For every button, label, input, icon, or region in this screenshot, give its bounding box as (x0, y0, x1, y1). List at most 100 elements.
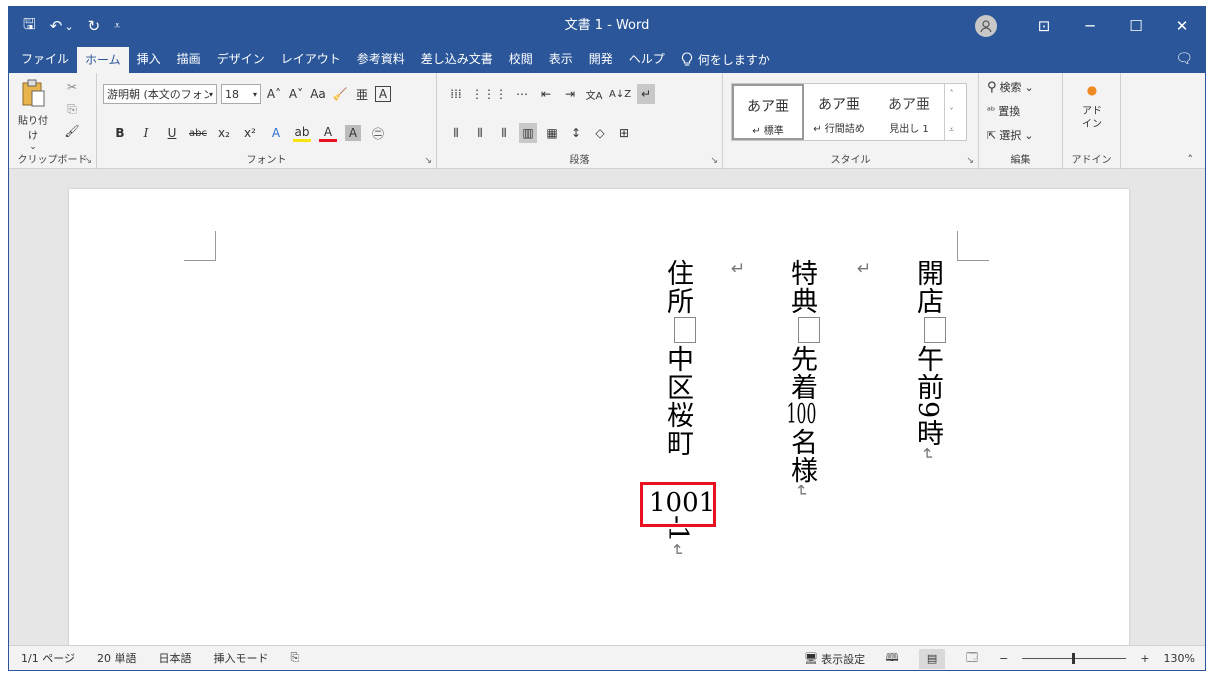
justify-icon[interactable]: ▥ (519, 123, 537, 143)
font-name-combo[interactable]: 游明朝 (本文のフォン ▾ (103, 84, 217, 104)
collapse-ribbon-icon[interactable]: ˄ (1188, 153, 1194, 166)
borders-icon[interactable]: ⊞ (615, 123, 633, 143)
phonetic-guide-icon[interactable]: 亜 (353, 84, 371, 104)
tab-references[interactable]: 参考資料 (349, 45, 413, 73)
select-button[interactable]: ⇱ 選択 ⌄ (987, 127, 1033, 143)
word-count[interactable]: 20 単語 (97, 650, 137, 666)
change-case-icon[interactable]: Aa (309, 84, 327, 104)
tab-help[interactable]: ヘルプ (621, 45, 673, 73)
character-border-icon[interactable]: A (375, 86, 391, 102)
styles-scroll-up-icon[interactable]: ˄ (950, 89, 954, 98)
save-icon[interactable]: 🖫 (23, 14, 36, 39)
language[interactable]: 日本語 (158, 650, 191, 666)
zoom-level[interactable]: 130% (1164, 652, 1195, 665)
tab-mailings[interactable]: 差し込み文書 (413, 45, 501, 73)
styles-scroll-down-icon[interactable]: ˅ (950, 107, 954, 116)
copy-icon[interactable]: ⎘ (63, 99, 81, 119)
macro-record-icon[interactable]: ⎘ (290, 651, 299, 665)
addin-button[interactable]: ● アド イン (1071, 83, 1113, 131)
styles-more-icon[interactable]: ⩡ (949, 125, 954, 135)
account-avatar-icon[interactable] (975, 15, 997, 37)
style-no-spacing[interactable]: あア亜 ↵ 行間詰め (804, 84, 874, 140)
align-top-icon[interactable]: ⫴ (447, 123, 465, 143)
tab-design[interactable]: デザイン (209, 45, 273, 73)
styles-launcher-icon[interactable]: ↘ (966, 156, 974, 166)
line-spacing-icon[interactable]: ↕ (567, 123, 585, 143)
shrink-font-icon[interactable]: A˅ (287, 84, 305, 104)
numbering-icon[interactable]: ⋮⋮⋮ (471, 84, 507, 104)
ribbon-display-options-icon[interactable]: ⊡ (1021, 7, 1067, 45)
tab-review[interactable]: 校閲 (501, 45, 541, 73)
style-heading-1[interactable]: あア亜 見出し 1 (874, 84, 944, 140)
read-mode-icon[interactable]: 🕮 (879, 649, 905, 669)
bold-icon[interactable]: B (111, 123, 129, 143)
increase-indent-icon[interactable]: ⇥ (561, 84, 579, 104)
tab-insert[interactable]: 挿入 (129, 45, 169, 73)
character-shading-icon[interactable]: A (345, 125, 361, 141)
undo-icon[interactable]: ↶ ⌄ (50, 17, 74, 35)
tab-developer[interactable]: 開発 (581, 45, 621, 73)
shading-icon[interactable]: ◇ (591, 123, 609, 143)
text-direction-icon[interactable]: 文A (585, 84, 603, 104)
cut-icon[interactable]: ✂ (63, 77, 81, 97)
find-button[interactable]: ⚲ 検索 ⌄ (987, 79, 1034, 95)
highlight-color-icon[interactable]: ab (293, 124, 311, 142)
format-painter-icon[interactable]: 🖌 (63, 121, 81, 141)
decrease-indent-icon[interactable]: ⇤ (537, 84, 555, 104)
style-normal[interactable]: あア亜 ↵ 標準 (732, 84, 804, 140)
tab-layout[interactable]: レイアウト (273, 45, 349, 73)
font-name-dropdown-icon[interactable]: ▾ (209, 90, 213, 99)
zoom-slider[interactable] (1022, 653, 1127, 664)
display-settings-button[interactable]: 🖥 表示設定 (804, 651, 865, 667)
enclose-characters-icon[interactable]: ㊁ (369, 123, 387, 143)
align-bottom-icon[interactable]: ⫴ (495, 123, 513, 143)
tab-draw[interactable]: 描画 (169, 45, 209, 73)
tab-home[interactable]: ホーム (77, 47, 129, 73)
tab-view[interactable]: 表示 (541, 45, 581, 73)
align-center-icon[interactable]: ⫴ (471, 123, 489, 143)
tell-me-search[interactable]: 何をしますか (673, 45, 770, 73)
document-page[interactable]: 開店午前9時↵ 特典先着100名様↵ 住所中区桜町-1↵ 1001 ↵ ↵ (69, 189, 1129, 659)
distributed-icon[interactable]: ▦ (543, 123, 561, 143)
find-dropdown-icon[interactable]: ⌄ (1025, 81, 1034, 94)
web-layout-icon[interactable]: 🗔 (959, 649, 985, 669)
undo-dropdown-icon[interactable]: ⌄ (64, 20, 73, 33)
sort-icon[interactable]: A↓Z (609, 84, 631, 104)
text-line-benefit[interactable]: 特典先着100名様↵ (779, 259, 823, 498)
print-layout-icon[interactable]: ▤ (919, 648, 946, 669)
clear-formatting-icon[interactable]: 🧹 (331, 84, 349, 104)
font-launcher-icon[interactable]: ↘ (424, 156, 432, 166)
tab-file[interactable]: ファイル (13, 45, 77, 73)
bullets-icon[interactable]: ⁞⁞⁞ (447, 84, 465, 104)
clipboard-launcher-icon[interactable]: ↘ (84, 156, 92, 166)
redo-icon[interactable]: ↻ (88, 17, 101, 35)
document-workspace[interactable]: 開店午前9時↵ 特典先着100名様↵ 住所中区桜町-1↵ 1001 ↵ ↵ (9, 169, 1205, 659)
zoom-in-icon[interactable]: + (1140, 652, 1149, 665)
close-button[interactable]: ✕ (1159, 7, 1205, 45)
font-size-combo[interactable]: 18 ▾ (221, 84, 261, 104)
page-count[interactable]: 1/1 ページ (21, 650, 75, 666)
text-effects-icon[interactable]: A (267, 123, 285, 143)
zoom-out-icon[interactable]: − (999, 652, 1008, 665)
italic-icon[interactable]: I (137, 123, 155, 143)
text-line-opening[interactable]: 開店午前9時↵ (905, 259, 949, 462)
grow-font-icon[interactable]: A˄ (265, 84, 283, 104)
subscript-icon[interactable]: x₂ (215, 123, 233, 143)
show-marks-icon[interactable]: ↵ (637, 84, 656, 104)
customize-qat-icon[interactable]: ⩡ (114, 19, 120, 33)
multilevel-list-icon[interactable]: ⋯ (513, 84, 531, 104)
insert-mode[interactable]: 挿入モード (213, 650, 268, 666)
maximize-button[interactable]: ☐ (1113, 7, 1159, 45)
strikethrough-icon[interactable]: abc (189, 123, 207, 143)
zoom-slider-thumb[interactable] (1072, 653, 1076, 664)
paragraph-launcher-icon[interactable]: ↘ (710, 156, 718, 166)
comments-icon[interactable]: 🗨 (1175, 51, 1193, 67)
font-size-dropdown-icon[interactable]: ▾ (253, 90, 257, 99)
replace-button[interactable]: ᵃᵇ 置換 (987, 103, 1020, 119)
underline-icon[interactable]: U (163, 123, 181, 143)
select-dropdown-icon[interactable]: ⌄ (1024, 129, 1033, 142)
superscript-icon[interactable]: x² (241, 123, 259, 143)
font-color-icon[interactable]: A (319, 124, 337, 142)
paste-button[interactable]: 貼り付け ⌄ (15, 79, 51, 152)
minimize-button[interactable]: ─ (1067, 7, 1113, 45)
